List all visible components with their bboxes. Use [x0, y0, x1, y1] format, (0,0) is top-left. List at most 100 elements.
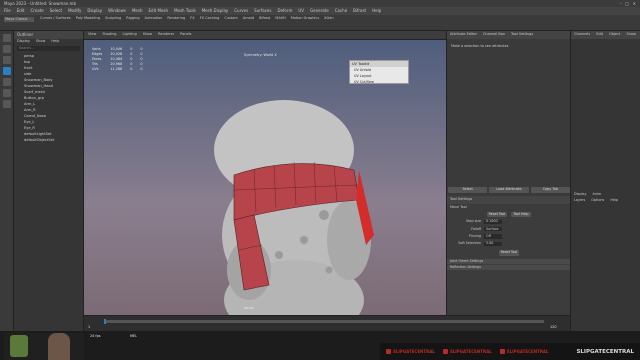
scale-tool-icon[interactable] — [2, 89, 11, 97]
viewport-menu-item[interactable]: Renderer — [158, 32, 174, 37]
shelf-tab[interactable]: Custom — [224, 16, 237, 21]
timeline[interactable]: 1 120 — [84, 315, 570, 331]
ae-tab[interactable]: Select — [448, 187, 488, 193]
channel-menu-item[interactable]: Object — [609, 32, 620, 37]
menu-item[interactable]: Generate — [310, 9, 329, 13]
menu-item[interactable]: Help — [372, 9, 381, 13]
apply-button[interactable]: Reset Tool — [499, 250, 519, 256]
menu-item[interactable]: Edit Mesh — [149, 9, 169, 13]
channel-menu-item[interactable]: Show — [626, 32, 635, 37]
viewport-menu-item[interactable]: View — [88, 32, 96, 37]
shelf-tab[interactable]: Rendering — [167, 16, 185, 21]
setting-label: Pinning — [468, 233, 481, 238]
menu-item[interactable]: Mesh Display — [202, 9, 229, 13]
social-banner: SLIPGATECENTRAL SLIPGATECENTRAL SLIPGATECE… — [380, 343, 640, 360]
viewport-menu-item[interactable]: Panels — [180, 32, 191, 37]
ae-menu-item[interactable]: Tool Settings — [511, 32, 533, 37]
window-title: Maya 2023 - Untitled: Snowman.mb — [4, 0, 76, 6]
outliner-menu-item[interactable]: Help — [51, 39, 59, 44]
section-joint-orient[interactable]: Joint Orient Settings — [447, 258, 571, 264]
shelf-tab[interactable]: Sculpting — [105, 16, 121, 21]
ae-menu-item[interactable]: Attribute Editor — [450, 32, 477, 37]
social-link[interactable]: SLIPGATECENTRAL — [386, 349, 435, 354]
menu-item[interactable]: Mesh Tools — [174, 9, 196, 13]
layers-menu-item[interactable]: Anim — [593, 192, 602, 196]
outliner-menu-item[interactable]: Show — [36, 39, 45, 44]
menu-item[interactable]: Modify — [68, 9, 81, 13]
outliner-search-input[interactable]: Search... — [17, 45, 80, 51]
lasso-tool-icon[interactable] — [2, 45, 11, 53]
social-link[interactable]: SLIPGATECENTRAL — [499, 349, 549, 354]
workspace-select[interactable]: Maya Classic — [4, 17, 34, 22]
move-tool-icon[interactable] — [2, 67, 11, 75]
outliner-item[interactable]: defaultObjectSet — [14, 136, 83, 142]
menu-item[interactable]: Cache — [335, 9, 347, 13]
shelf-tab[interactable]: Curves / Surfaces — [40, 16, 71, 21]
setting-value[interactable]: 5.00 — [484, 241, 502, 246]
rotate-tool-icon[interactable] — [2, 78, 11, 86]
snowman-model[interactable] — [84, 40, 446, 315]
menu-item[interactable]: Edit — [17, 9, 25, 13]
last-tool-icon[interactable] — [2, 100, 11, 108]
shelf-tab[interactable]: Bifrost — [259, 16, 270, 21]
menu-item[interactable]: Create — [30, 9, 43, 13]
viewport[interactable]: Verts 10,446 0 0 Edges 20,928 0 0 Faces 10,484 0 0 T… — [84, 40, 446, 315]
mascot-icon — [10, 335, 28, 357]
section-reflection[interactable]: Reflection Settings — [447, 264, 571, 271]
reset-tool-button[interactable]: Reset Tool — [487, 211, 507, 218]
tool-settings-sub: Move Tool — [450, 204, 467, 209]
setting-value[interactable]: 0.1000 — [484, 219, 502, 224]
shelf-tab[interactable]: Rigging — [126, 16, 139, 21]
shelf-tab[interactable]: Arnold — [243, 16, 254, 21]
channel-menu-item[interactable]: Edit — [596, 32, 603, 37]
layers-menu-item[interactable]: Display — [574, 192, 587, 196]
menu-item[interactable]: Surfaces — [254, 9, 271, 13]
shelf-tab[interactable]: MASH — [275, 16, 285, 21]
webcam-overlay — [4, 333, 84, 360]
social-icon — [386, 349, 391, 354]
select-tool-icon[interactable] — [2, 34, 11, 42]
layer-tab[interactable]: Layers — [574, 198, 585, 202]
menu-item[interactable]: Deform — [277, 9, 292, 13]
social-icon — [442, 349, 448, 354]
menu-item[interactable]: Select — [50, 9, 62, 13]
layer-tab[interactable]: Options — [591, 198, 604, 202]
channel-menu-item[interactable]: Channels — [574, 32, 590, 37]
shelf-tab[interactable]: FX Caching — [200, 16, 220, 21]
close-icon[interactable]: ✕ — [633, 1, 636, 6]
current-time-marker[interactable] — [104, 319, 106, 324]
camera-label: persp — [244, 306, 254, 310]
menu-item[interactable]: File — [4, 9, 11, 13]
viewport-menu-item[interactable]: Lighting — [123, 32, 137, 37]
timeline-start: 1 — [88, 325, 91, 329]
shelf-tab[interactable]: Motion Graphics — [291, 16, 319, 21]
shelf-tab[interactable]: Poly Modeling — [76, 16, 100, 21]
attribute-editor-panel: Attribute Editor Channel Box Tool Settings… — [446, 31, 571, 331]
layer-tab[interactable]: Help — [610, 198, 618, 202]
setting-value[interactable]: Off — [484, 234, 502, 239]
minimize-icon[interactable]: – — [620, 1, 622, 6]
time-slider[interactable] — [104, 320, 544, 323]
tool-help-button[interactable]: Tool Help — [511, 211, 531, 218]
shelf-tab[interactable]: Animation — [145, 16, 163, 21]
ae-tab[interactable]: Load Attributes — [489, 187, 529, 193]
menu-item[interactable]: Curves — [234, 9, 248, 13]
menu-item[interactable]: Bifrost — [353, 9, 366, 13]
menu-item[interactable]: Display — [87, 9, 102, 13]
social-link[interactable]: SLIPGATECENTRAL — [442, 349, 492, 354]
ae-menu-item[interactable]: Channel Box — [483, 32, 505, 37]
menu-item[interactable]: Windows — [108, 9, 126, 13]
setting-value[interactable]: Surface — [484, 227, 502, 232]
ae-tab[interactable]: Copy Tab — [530, 187, 570, 193]
maximize-icon[interactable]: □ — [625, 1, 629, 6]
menu-item[interactable]: UV — [298, 9, 304, 13]
title-bar: Maya 2023 - Untitled: Snowman.mb – □ ✕ — [0, 0, 640, 7]
viewport-menubar: View Shading Lighting Show Renderer Panels — [84, 31, 446, 40]
menu-item[interactable]: Mesh — [132, 9, 143, 13]
paint-select-icon[interactable] — [2, 56, 11, 64]
viewport-menu-item[interactable]: Shading — [102, 32, 116, 37]
viewport-menu-item[interactable]: Show — [143, 32, 152, 37]
shelf-tab[interactable]: XGen — [324, 16, 333, 21]
outliner-menu-item[interactable]: Display — [17, 39, 30, 44]
shelf-tab[interactable]: FX — [190, 16, 194, 21]
